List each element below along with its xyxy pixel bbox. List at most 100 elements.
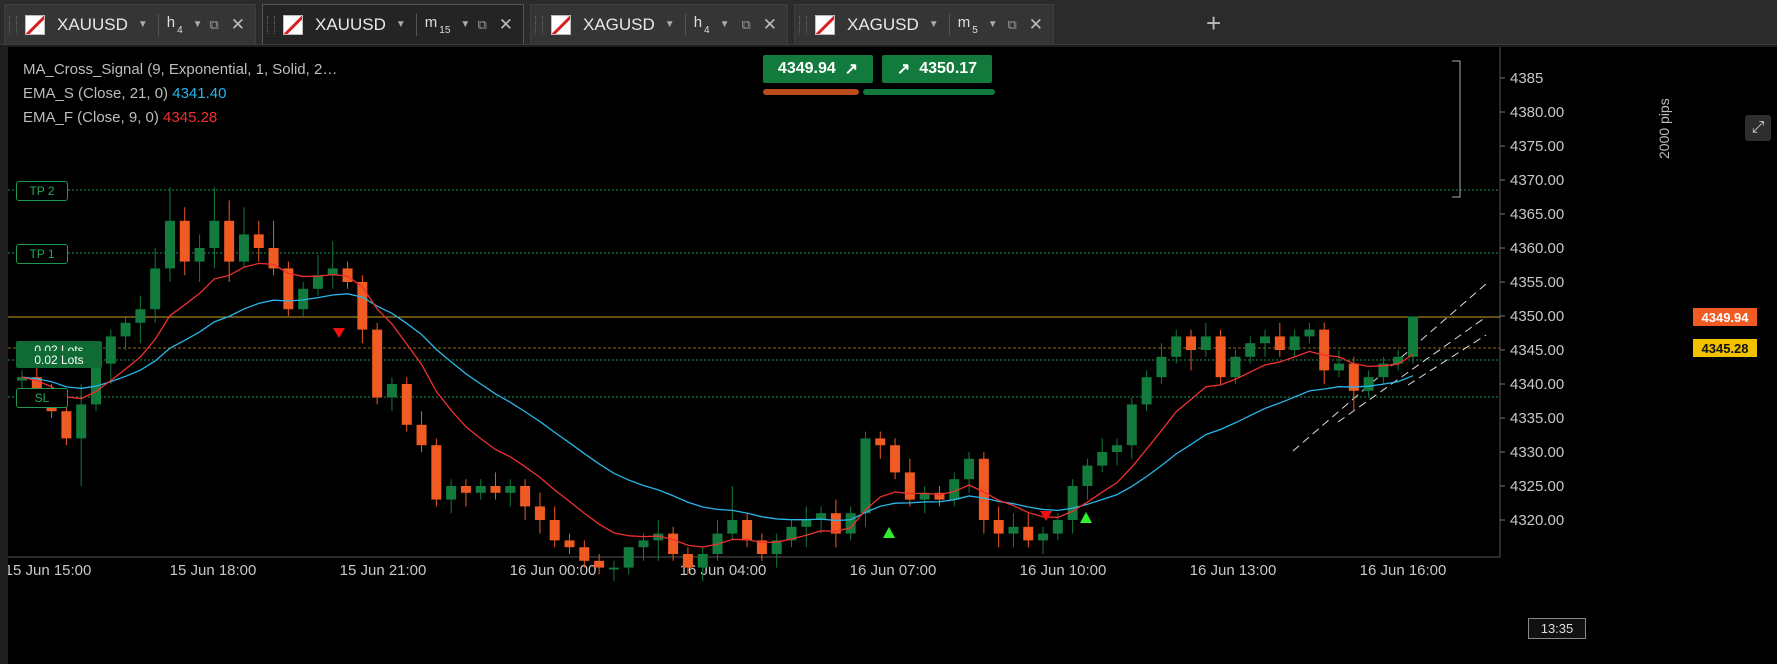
drag-grip-icon[interactable] xyxy=(535,15,543,34)
tab-xauusd-m15[interactable]: XAUUSD ▼ m 15 ▼ ⧉ ✕ xyxy=(262,4,524,44)
price-chart[interactable]: 4385 4380.00 4375.00 4370.00 4365.00 4360.00 4… xyxy=(8,47,1777,664)
candle-body xyxy=(579,547,590,561)
candle-body xyxy=(1393,356,1404,364)
buy-signal-icon xyxy=(883,527,895,538)
candle-body xyxy=(209,220,220,248)
time-tick-label: 16 Jun 07:00 xyxy=(850,562,937,579)
timeframe-selector[interactable]: h4 xyxy=(694,14,710,36)
tab-xauusd-h4[interactable]: XAUUSD ▼ h4 ▼ ⧉ ✕ xyxy=(4,4,256,44)
symbol-dropdown-icon[interactable]: ▼ xyxy=(665,19,675,30)
candle-body xyxy=(460,486,471,493)
popout-icon[interactable]: ⧉ xyxy=(1007,17,1016,33)
candle-body xyxy=(1408,316,1418,357)
candle-body xyxy=(534,506,545,520)
timeframe-dropdown-icon[interactable]: ▼ xyxy=(988,19,998,30)
chart-canvas[interactable]: 4385 4380.00 4375.00 4370.00 4365.00 4360.00 4… xyxy=(8,47,1777,664)
tab-xagusd-h4[interactable]: XAGUSD ▼ h4 ▼ ⧉ ✕ xyxy=(530,4,788,44)
candle-body xyxy=(1334,363,1345,371)
popout-icon[interactable]: ⧉ xyxy=(477,17,486,33)
candle-body xyxy=(150,268,161,310)
position-lots-label[interactable]: 0.02 Lots xyxy=(16,351,102,368)
drag-grip-icon[interactable] xyxy=(9,15,17,34)
candle-body xyxy=(993,520,1004,534)
ema-f-value: 4345.28 xyxy=(163,109,218,126)
timeframe-selector[interactable]: h4 xyxy=(167,14,183,36)
candle-body xyxy=(520,486,531,507)
time-tick-label: 15 Jun 15:00 xyxy=(8,562,91,579)
close-icon[interactable]: ✕ xyxy=(499,15,513,35)
price-tick-label: 4335.00 xyxy=(1510,410,1564,427)
candle-body xyxy=(964,458,975,480)
candle-body xyxy=(135,309,146,323)
timeframe-dropdown-icon[interactable]: ▼ xyxy=(193,19,203,30)
drag-grip-icon[interactable] xyxy=(267,15,275,34)
candle-body xyxy=(1186,336,1197,350)
maximize-icon[interactable]: ⤢ xyxy=(1745,115,1771,141)
timeframe-dropdown-icon[interactable]: ▼ xyxy=(460,19,470,30)
ema-price-tag: 4345.28 xyxy=(1693,339,1757,357)
timeframe-dropdown-icon[interactable]: ▼ xyxy=(720,19,730,30)
take-profit-1-label[interactable]: TP 1 xyxy=(16,244,68,264)
stop-loss-label[interactable]: SL xyxy=(16,388,68,408)
sell-button[interactable]: 4349.94 ↗ xyxy=(763,55,873,83)
candle-body xyxy=(253,234,264,248)
buy-signal-icon xyxy=(1080,512,1092,523)
drag-grip-icon[interactable] xyxy=(799,15,807,34)
candle-body xyxy=(890,445,901,473)
ema-slow-line xyxy=(21,293,1414,522)
timeframe-selector[interactable]: m5 xyxy=(958,14,978,36)
legend-ema-s[interactable]: EMA_S (Close, 21, 0) 4341.40 xyxy=(23,85,226,102)
take-profit-2-label[interactable]: TP 2 xyxy=(16,181,68,201)
candle-body xyxy=(268,248,279,269)
candle-body xyxy=(594,560,605,568)
symbol-dropdown-icon[interactable]: ▼ xyxy=(929,19,939,30)
candle-body xyxy=(61,411,72,439)
candle-body xyxy=(1260,336,1271,344)
candle-body xyxy=(1067,486,1078,520)
timeframe-selector[interactable]: m 15 xyxy=(425,14,451,36)
candle-body xyxy=(727,520,738,534)
candle-body xyxy=(801,520,812,527)
candle-body xyxy=(978,458,989,520)
candle-body xyxy=(1008,526,1019,534)
candle-body xyxy=(668,533,679,554)
close-icon[interactable]: ✕ xyxy=(763,15,777,35)
buy-sentiment-bar xyxy=(863,89,995,95)
legend-ema-f[interactable]: EMA_F (Close, 9, 0) 4345.28 xyxy=(23,109,217,126)
bid-price-tag: 4349.94 xyxy=(1693,308,1757,326)
popout-icon[interactable]: ⧉ xyxy=(741,17,750,33)
candle-body xyxy=(608,567,619,570)
symbol-dropdown-icon[interactable]: ▼ xyxy=(396,19,406,30)
candle-body xyxy=(1112,445,1123,452)
candle-body xyxy=(164,220,175,269)
price-tick-label: 4355.00 xyxy=(1510,274,1564,291)
price-tick-label: 4350.00 xyxy=(1510,308,1564,325)
candle-body xyxy=(372,329,383,398)
candle-body xyxy=(875,438,886,446)
candle-body xyxy=(1052,520,1063,534)
candle-body xyxy=(564,540,575,548)
candle-body xyxy=(179,220,190,262)
legend-ma-cross[interactable]: MA_Cross_Signal (9, Exponential, 1, Soli… xyxy=(23,61,337,78)
buy-button[interactable]: ↗ 4350.17 xyxy=(882,55,992,83)
candle-body xyxy=(505,486,516,493)
pips-ruler-bracket xyxy=(1452,60,1461,198)
candle-body xyxy=(238,234,249,262)
price-tick-label: 4380.00 xyxy=(1510,104,1564,121)
tab-separator xyxy=(415,13,417,36)
candle-body xyxy=(416,424,427,446)
symbol-flag-icon xyxy=(25,14,45,35)
price-tick-label: 4370.00 xyxy=(1510,172,1564,189)
crosshair-time-label: 13:35 xyxy=(1528,618,1586,639)
symbol-flag-icon xyxy=(283,14,303,35)
candle-body xyxy=(401,384,412,425)
close-icon[interactable]: ✕ xyxy=(231,15,245,35)
candle-body xyxy=(1141,377,1152,405)
add-tab-button[interactable]: + xyxy=(1206,8,1221,39)
popout-icon[interactable]: ⧉ xyxy=(209,17,218,33)
symbol-dropdown-icon[interactable]: ▼ xyxy=(138,19,148,30)
candle-body xyxy=(1023,526,1034,541)
close-icon[interactable]: ✕ xyxy=(1029,15,1043,35)
tab-xagusd-m5[interactable]: XAGUSD ▼ m5 ▼ ⧉ ✕ xyxy=(794,4,1054,44)
tab-separator xyxy=(684,13,686,36)
